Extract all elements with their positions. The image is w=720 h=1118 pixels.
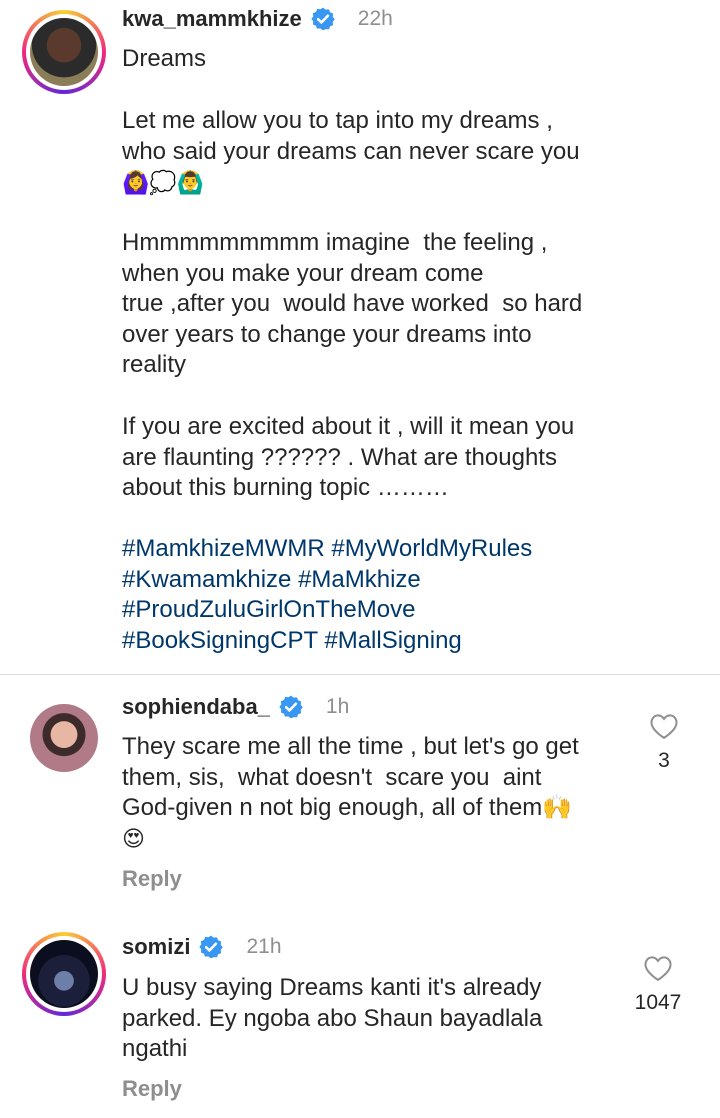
- heart-outline-icon[interactable]: [649, 712, 679, 740]
- comment-avatar-ring[interactable]: [22, 932, 106, 1016]
- divider: [0, 674, 720, 675]
- verified-badge-icon: [311, 7, 335, 31]
- comment-time: 21h: [246, 935, 282, 958]
- comment-time: 1h: [325, 695, 350, 718]
- comment-username-row: somizi 21h: [122, 930, 282, 964]
- post-time: 22h: [357, 7, 393, 30]
- comment-username[interactable]: somizi: [122, 934, 190, 960]
- reply-button[interactable]: Reply: [122, 1076, 182, 1102]
- post-paragraph-3: If you are excited about it , will it me…: [122, 413, 575, 502]
- comment-username-row: sophiendaba_ 1h: [122, 690, 349, 724]
- post-avatar[interactable]: [30, 18, 98, 86]
- heart-outline-icon[interactable]: [643, 954, 673, 982]
- like-button[interactable]: 1047: [618, 954, 698, 1015]
- post-username-row: kwa_mammkhize 22h: [122, 2, 393, 36]
- comment-avatar[interactable]: [30, 940, 98, 1008]
- post-paragraph-1: Let me allow you to tap into my dreams ,…: [122, 107, 580, 165]
- verified-badge-icon: [199, 935, 224, 959]
- like-button[interactable]: 3: [624, 712, 704, 773]
- post-avatar-ring[interactable]: [22, 10, 106, 94]
- comment-emoji-line: 😍: [122, 826, 145, 851]
- comment-username[interactable]: sophiendaba_: [122, 694, 270, 720]
- comment-text: U busy saying Dreams kanti it's already …: [122, 974, 543, 1063]
- like-count: 1047: [634, 991, 682, 1014]
- verified-badge-icon: [279, 695, 303, 719]
- like-count: 3: [658, 749, 670, 772]
- reply-button[interactable]: Reply: [122, 866, 182, 892]
- post-title: Dreams: [122, 45, 207, 72]
- comment-avatar[interactable]: [30, 704, 98, 772]
- post-username[interactable]: kwa_mammkhize: [122, 6, 302, 32]
- post-paragraph-2: Hmmmmmmmmm imagine the feeling , when yo…: [122, 229, 583, 379]
- comment-text: They scare me all the time , but let's g…: [122, 733, 579, 822]
- post-hashtags[interactable]: #MamkhizeMWMR #MyWorldMyRules #Kwamamkhi…: [122, 534, 642, 656]
- post-emoji-line: 🙆‍♀️💭🙆‍♂️: [122, 170, 205, 195]
